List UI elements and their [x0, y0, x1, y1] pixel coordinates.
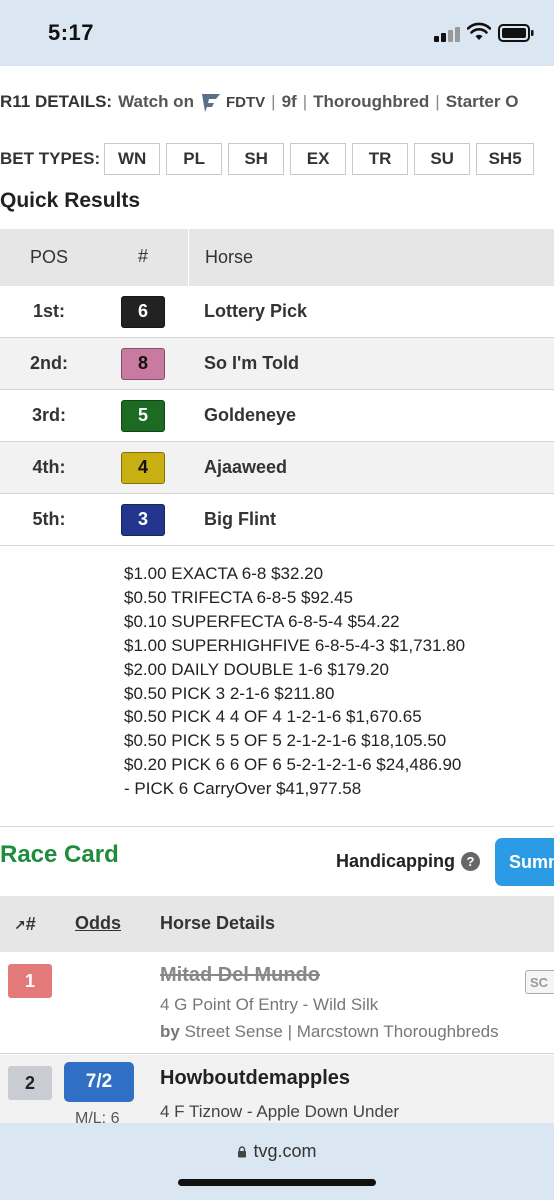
- finish-position: 5th:: [32, 509, 66, 529]
- race-distance: 9f: [281, 92, 297, 111]
- separator: |: [302, 92, 308, 111]
- finish-position: 4th:: [32, 457, 66, 477]
- race-starter: Starter O: [445, 92, 519, 111]
- fdtv-link[interactable]: FDTV: [200, 91, 265, 113]
- horse-details-header: Horse Details: [160, 913, 276, 933]
- url-field[interactable]: tvg.com: [0, 1141, 554, 1162]
- race-details-label: R11 DETAILS:: [0, 92, 113, 111]
- handicapping-label: Handicapping: [336, 851, 456, 871]
- result-horse-name: Ajaaweed: [204, 457, 288, 477]
- separator: |: [435, 92, 440, 111]
- odds-header[interactable]: Odds: [75, 913, 121, 934]
- saddle-cloth-number: 5: [121, 399, 165, 432]
- odds-button[interactable]: 7/2: [64, 1062, 134, 1102]
- result-row: 3rd: 5 Goldeneye: [0, 390, 554, 442]
- bet-type-pl-button[interactable]: PL: [166, 143, 223, 175]
- results-header-row: POS # Horse: [0, 229, 554, 286]
- by-label: by: [160, 1022, 180, 1041]
- handicapping-toggle[interactable]: Handicapping ?: [336, 851, 481, 872]
- payout-line: $0.20 PICK 6 6 OF 6 5-2-1-2-1-6 $24,486.…: [124, 755, 462, 775]
- quick-results-title: Quick Results: [0, 189, 141, 212]
- payout-list: $1.00 EXACTA 6-8 $32.20 $0.50 TRIFECTA 6-…: [124, 562, 465, 801]
- separator: |: [271, 92, 276, 111]
- result-horse-name: So I'm Told: [204, 353, 299, 373]
- wifi-icon: [467, 22, 491, 40]
- status-bar: 5:17: [0, 0, 554, 66]
- summary-button[interactable]: Summ: [495, 838, 554, 886]
- result-row: 1st: 6 Lottery Pick: [0, 286, 554, 338]
- horse-sire-owner: by Street Sense | Marcstown Thoroughbred…: [160, 1022, 499, 1042]
- payout-line: $1.00 SUPERHIGHFIVE 6-8-5-4-3 $1,731.80: [124, 635, 466, 655]
- result-horse-name: Goldeneye: [204, 405, 297, 425]
- fdtv-logo-icon: [201, 94, 220, 112]
- bet-types-bar: BET TYPES: WN PL SH EX TR SU SH5: [0, 142, 540, 176]
- saddle-cloth-number: 4: [121, 451, 165, 484]
- payout-line: $0.50 PICK 5 5 OF 5 2-1-2-1-6 $18,105.50: [124, 731, 447, 751]
- saddle-cloth-cell: 6: [98, 295, 188, 328]
- payout-line: $0.50 PICK 4 4 OF 4 1-2-1-6 $1,670.65: [124, 707, 422, 727]
- home-indicator[interactable]: [178, 1179, 376, 1186]
- bet-type-sh5-button[interactable]: SH5: [476, 143, 535, 175]
- saddle-cloth-cell: 8: [98, 347, 188, 380]
- race-card-title: Race Card: [0, 841, 119, 868]
- horse-breeding: 4 F Tiznow - Apple Down Under: [160, 1102, 400, 1121]
- sort-icon: ↗: [14, 917, 26, 933]
- result-horse-name: Big Flint: [204, 509, 276, 529]
- scratched-badge: SC: [525, 970, 554, 994]
- sort-number-header[interactable]: ↗#: [14, 914, 36, 935]
- bet-types-label: BET TYPES:: [0, 149, 101, 168]
- help-icon[interactable]: ?: [461, 852, 481, 871]
- payout-line: $0.50 TRIFECTA 6-8-5 $92.45: [124, 587, 353, 607]
- finish-position: 3rd:: [31, 405, 66, 425]
- header-number: #: [137, 246, 148, 266]
- lock-icon: [238, 1145, 247, 1157]
- race-breed: Thoroughbred: [313, 92, 430, 111]
- payout-line: $2.00 DAILY DOUBLE 1-6 $179.20: [124, 659, 389, 679]
- program-number-badge: 2: [8, 1066, 52, 1100]
- browser-address-bar: tvg.com: [0, 1123, 554, 1200]
- header-horse: Horse: [188, 229, 253, 286]
- url-text: tvg.com: [253, 1141, 317, 1161]
- saddle-cloth-cell: 4: [98, 451, 188, 484]
- saddle-cloth-number: 6: [121, 295, 165, 328]
- finish-position: 2nd:: [30, 353, 68, 373]
- sire-owner-text: Street Sense | Marcstown Thoroughbreds: [184, 1022, 499, 1041]
- horse-name[interactable]: Howboutdemapples: [160, 1067, 350, 1090]
- horse-name[interactable]: Mitad Del Mundo: [160, 964, 320, 987]
- race-card-entry[interactable]: 2 7/2 M/L: 6 Howboutdemapples 4 F Tiznow…: [0, 1055, 554, 1125]
- cellular-signal-icon: [434, 26, 460, 42]
- payout-line: $0.10 SUPERFECTA 6-8-5-4 $54.22: [124, 611, 400, 631]
- bet-type-tr-button[interactable]: TR: [352, 143, 409, 175]
- payout-line: $1.00 EXACTA 6-8 $32.20: [124, 564, 324, 583]
- bet-type-sh-button[interactable]: SH: [228, 143, 285, 175]
- result-row: 5th: 3 Big Flint: [0, 494, 554, 546]
- bet-type-su-button[interactable]: SU: [414, 143, 471, 175]
- bet-type-wn-button[interactable]: WN: [104, 143, 161, 175]
- fdtv-label: FDTV: [225, 93, 266, 111]
- bet-type-ex-button[interactable]: EX: [290, 143, 347, 175]
- quick-results-table: POS # Horse 1st: 6 Lottery Pick 2nd: 8 So I'm…: [0, 229, 554, 546]
- saddle-cloth-cell: 5: [98, 399, 188, 432]
- race-card-header: ↗# Odds Horse Details: [0, 896, 554, 952]
- watch-on-text[interactable]: Watch on: [118, 92, 194, 112]
- result-row: 2nd: 8 So I'm Told: [0, 338, 554, 390]
- program-number-badge: 1: [8, 964, 52, 998]
- result-row: 4th: 4 Ajaaweed: [0, 442, 554, 494]
- saddle-cloth-number: 8: [121, 347, 165, 380]
- race-card-entry[interactable]: 1 Mitad Del Mundo 4 G Point Of Entry - W…: [0, 952, 554, 1054]
- status-time: 5:17: [48, 20, 95, 45]
- header-pos: POS: [29, 247, 68, 267]
- payout-line: $0.50 PICK 3 2-1-6 $211.80: [124, 683, 335, 703]
- finish-position: 1st:: [32, 301, 65, 321]
- horse-breeding: 4 G Point Of Entry - Wild Silk: [160, 995, 379, 1014]
- battery-icon: [498, 24, 534, 42]
- race-details-bar: R11 DETAILS: Watch on FDTV | 9f | Thorou…: [0, 88, 554, 116]
- payout-line: - PICK 6 CarryOver $41,977.58: [124, 779, 362, 799]
- result-horse-name: Lottery Pick: [204, 301, 308, 321]
- saddle-cloth-cell: 3: [98, 503, 188, 536]
- saddle-cloth-number: 3: [121, 503, 165, 536]
- divider: [0, 826, 554, 827]
